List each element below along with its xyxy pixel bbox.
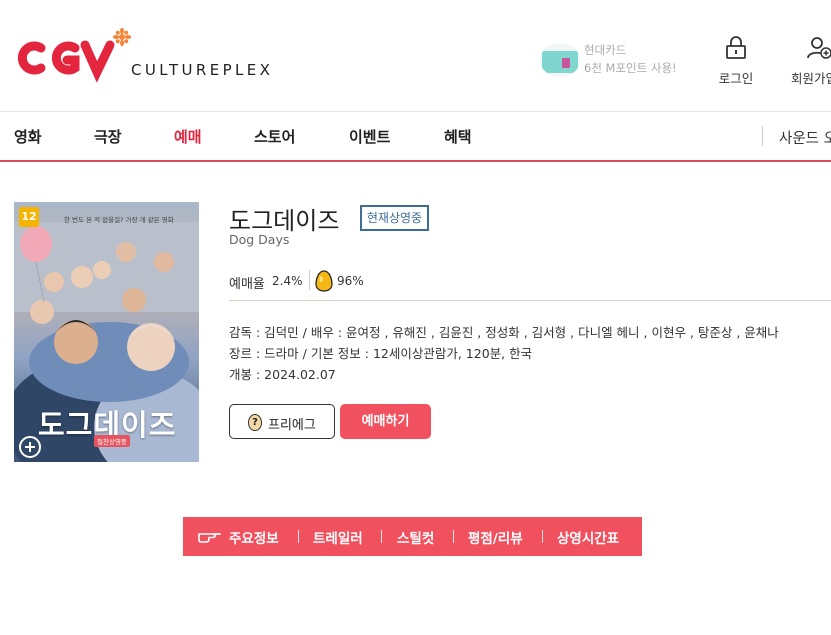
status-badge: 현재상영중 [360, 205, 429, 231]
lock-icon [726, 36, 746, 59]
add-user-icon [807, 37, 831, 59]
promo-line-1: 현대카드 [584, 43, 627, 57]
booking-rate-label: 예매율 [229, 277, 265, 292]
tab-stillcut[interactable]: 스틸컷 [397, 527, 434, 547]
director-cast-line: 감독 : 김덕민 / 배우 : 윤여정 , 유해진 , 김윤진 , 정성화 , … [229, 325, 779, 340]
tab-trailer[interactable]: 트레일러 [313, 527, 363, 547]
genre-info-line: 장르 : 드라마 / 기본 정보 : 12세이상관람가, 120분, 한국 [229, 346, 533, 361]
book-button[interactable]: 예매하기 [340, 404, 431, 439]
question-egg-icon: ? [248, 414, 262, 431]
site-header: CULTUREPLEX 현대카드 6천 M포인트 사용! 로그인 회원가입 [0, 0, 831, 112]
booking-rate-value: 2.4% [272, 274, 303, 288]
nav-item-theaters[interactable]: 극장 [94, 126, 122, 147]
promo-line-2: 6천 M포인트 사용! [584, 61, 677, 75]
tab-divider [298, 530, 299, 543]
movie-detail-tabs: 주요정보 트레일러 스틸컷 평점/리뷰 상영시간표 [183, 517, 642, 556]
login-button[interactable]: 로그인 [711, 36, 761, 87]
tab-divider [381, 530, 382, 543]
movie-title: 도그데이즈 [229, 207, 340, 235]
cgv-logo[interactable] [13, 27, 133, 84]
signup-label: 회원가입 [791, 71, 831, 86]
tab-divider [453, 530, 454, 543]
hyundai-card-promo[interactable]: 현대카드 6천 M포인트 사용! [540, 40, 680, 80]
signup-button[interactable]: 회원가입 [791, 36, 831, 87]
nav-item-movies[interactable]: 영화 [14, 126, 42, 147]
release-date-line: 개봉 : 2024.02.07 [229, 367, 336, 382]
movie-poster[interactable]: 12 한 번도 본 적 없을걸? 가장 개 같은 영화 도그데이즈 절찬상영중 [14, 202, 199, 462]
nav-item-events[interactable]: 이벤트 [349, 126, 390, 147]
tab-divider [542, 530, 543, 543]
nav-item-benefits[interactable]: 혜택 [444, 126, 472, 147]
credit-card-icon [540, 43, 580, 77]
pointing-hand-icon [198, 533, 221, 543]
rating-divider [309, 270, 310, 290]
login-label: 로그인 [718, 71, 754, 86]
main-nav: 영화 극장 예매 스토어 이벤트 혜택 사운드 오 [0, 112, 831, 162]
nav-divider [762, 126, 763, 146]
poster-now-showing-badge: 절찬상영중 [94, 435, 130, 447]
cultureplex-label: CULTUREPLEX [131, 61, 274, 79]
movie-english-title: Dog Days [229, 232, 290, 247]
info-divider [229, 300, 831, 301]
nav-item-store[interactable]: 스토어 [254, 126, 295, 147]
pre-egg-button[interactable]: ? 프리에그 [229, 404, 335, 439]
expand-poster-icon[interactable] [19, 436, 41, 458]
age-rating-badge: 12 [19, 207, 39, 227]
golden-egg-icon [315, 270, 333, 292]
nav-item-booking[interactable]: 예매 [174, 126, 202, 147]
tab-reviews[interactable]: 평점/리뷰 [468, 527, 523, 547]
nav-item-sound[interactable]: 사운드 오 [779, 127, 831, 148]
tab-main-info[interactable]: 주요정보 [229, 527, 279, 547]
poster-tagline: 한 번도 본 적 없을걸? 가장 개 같은 영화 [64, 216, 174, 224]
tab-showtimes[interactable]: 상영시간표 [557, 527, 619, 547]
pre-egg-label: 프리에그 [268, 418, 316, 433]
egg-rate-value: 96% [337, 274, 364, 288]
